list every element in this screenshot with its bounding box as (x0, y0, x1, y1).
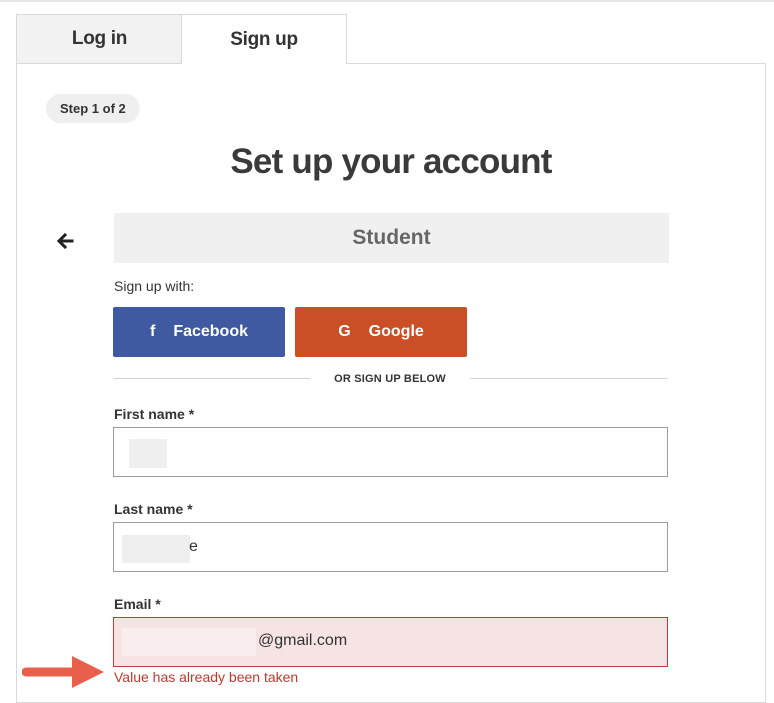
divider-text: OR SIGN UP BELOW (334, 373, 446, 385)
page-title: Set up your account (230, 142, 552, 181)
tab-log-in[interactable]: Log in (16, 14, 182, 64)
signup-with-label: Sign up with: (114, 278, 195, 294)
role-selection: Student (114, 213, 669, 263)
divider-line-right (470, 378, 668, 379)
last-name-value: e (189, 538, 198, 555)
first-name-label: First name * (114, 406, 195, 422)
last-name-input[interactable]: e (113, 522, 668, 572)
facebook-icon: f (149, 323, 156, 340)
facebook-label: Facebook (173, 323, 248, 340)
first-name-input[interactable] (113, 427, 668, 477)
annotation-arrow-icon (21, 652, 108, 697)
email-input[interactable]: @gmail.com (113, 617, 668, 667)
step-indicator: Step 1 of 2 (46, 94, 140, 123)
facebook-button[interactable]: f Facebook (113, 307, 285, 357)
email-label: Email * (114, 596, 161, 612)
google-button[interactable]: G Google (295, 307, 467, 357)
divider-line-left (113, 378, 311, 379)
last-name-label: Last name * (114, 501, 193, 517)
email-value: @gmail.com (258, 632, 348, 649)
panel-top-border (346, 63, 766, 64)
redacted-text (122, 628, 256, 656)
redacted-text (129, 439, 167, 468)
google-label: Google (368, 323, 424, 340)
tab-sign-up[interactable]: Sign up (181, 14, 347, 64)
top-border (0, 0, 774, 2)
redacted-text (122, 535, 190, 563)
back-arrow-icon[interactable] (55, 231, 75, 251)
email-error-message: Value has already been taken (114, 669, 299, 685)
google-icon: G (338, 323, 351, 340)
